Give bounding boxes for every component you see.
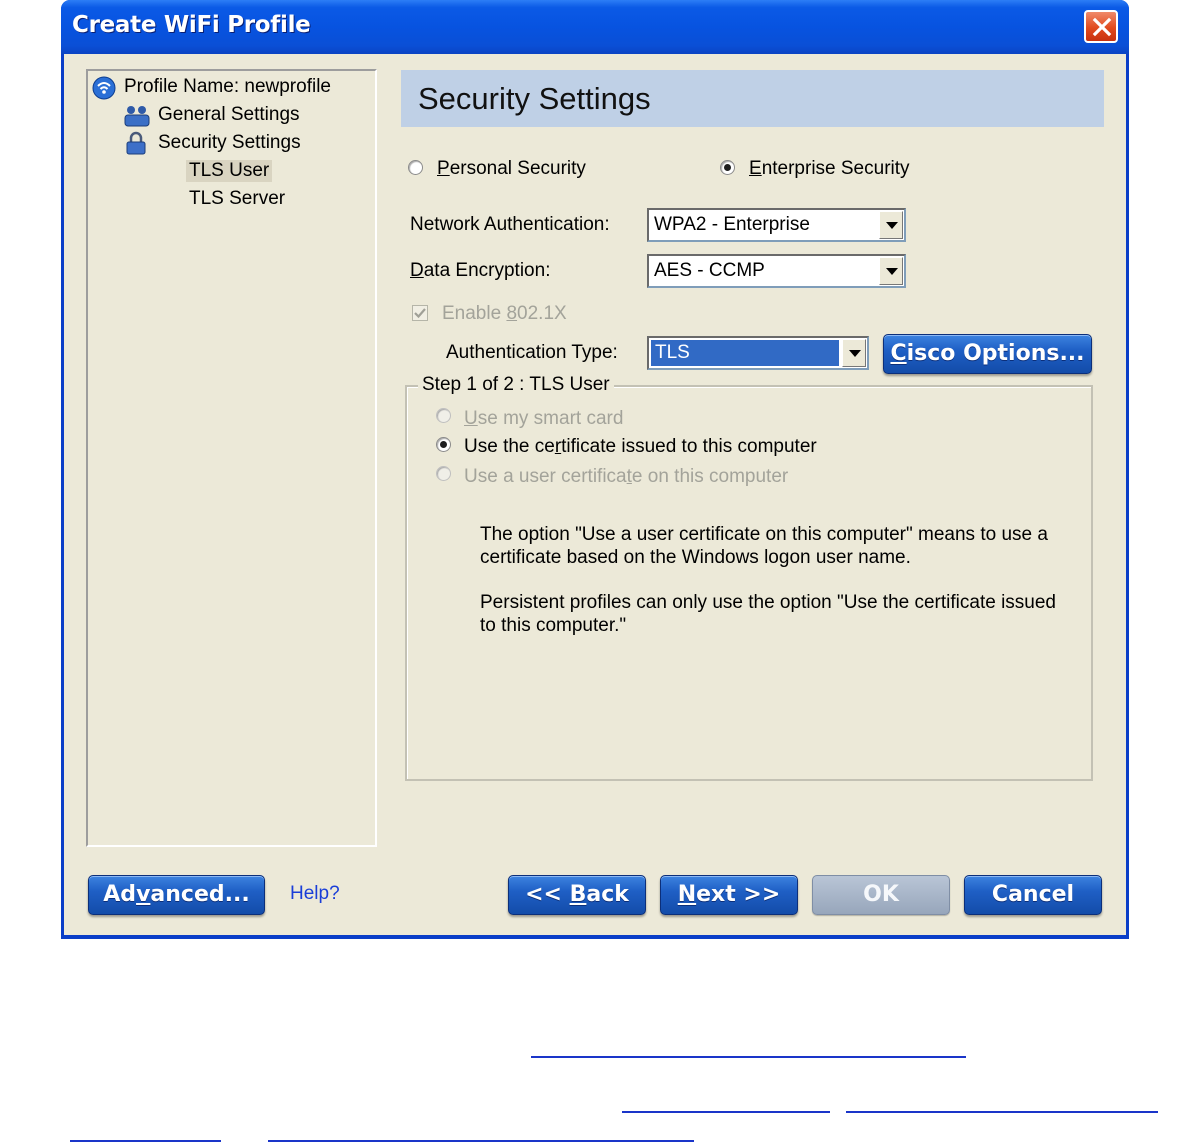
ok-button[interactable]: OK (812, 875, 950, 915)
network-auth-value: WPA2 - Enterprise (654, 214, 810, 235)
enterprise-security-label[interactable]: Enterprise Security (749, 158, 910, 180)
link-underline[interactable] (846, 1111, 1158, 1113)
tree-tls-server-label: TLS Server (189, 188, 286, 209)
step-group-title: Step 1 of 2 : TLS User (418, 374, 614, 396)
chevron-down-icon[interactable] (879, 257, 903, 285)
title-bar[interactable]: Create WiFi Profile (61, 0, 1129, 54)
tree-general-label: General Settings (158, 104, 300, 125)
enable-8021x-label: Enable 802.1X (442, 303, 567, 324)
dialog-client-area: Profile Name: newprofile General Setting… (64, 54, 1126, 935)
user-certificate-label: Use a user certificate on this computer (464, 466, 789, 487)
users-icon (124, 106, 150, 127)
info-text-1: The option "Use a user certificate on th… (480, 524, 1048, 568)
auth-type-highlight: TLS (651, 340, 839, 366)
profile-tree-view[interactable]: Profile Name: newprofile General Setting… (86, 69, 377, 847)
chevron-down-icon[interactable] (842, 339, 866, 367)
enterprise-security-radio[interactable] (720, 160, 735, 175)
tree-profile-label: Profile Name: newprofile (124, 76, 331, 97)
computer-certificate-radio[interactable] (436, 437, 451, 452)
data-encryption-label: Data Encryption: (410, 260, 551, 281)
link-underline[interactable] (531, 1056, 966, 1058)
auth-type-label: Authentication Type: (446, 342, 618, 363)
smart-card-label: Use my smart card (464, 408, 624, 429)
data-encryption-value: AES - CCMP (654, 260, 765, 281)
personal-security-radio[interactable] (408, 160, 423, 175)
section-header: Security Settings (401, 70, 1104, 127)
computer-certificate-label[interactable]: Use the certificate issued to this compu… (464, 436, 817, 458)
link-underline[interactable] (622, 1111, 830, 1113)
section-title: Security Settings (418, 81, 651, 116)
wifi-globe-icon (92, 76, 116, 100)
tree-tls-user-label: TLS User (186, 160, 273, 182)
smart-card-radio[interactable] (436, 408, 451, 423)
advanced-button[interactable]: Advanced... (88, 875, 265, 915)
cisco-options-button[interactable]: Cisco Options... (883, 334, 1092, 374)
lock-icon (126, 131, 146, 155)
info-text-2: Persistent profiles can only use the opt… (480, 592, 1056, 636)
chevron-down-icon[interactable] (879, 211, 903, 239)
user-certificate-radio[interactable] (436, 466, 451, 481)
network-auth-label: Network Authentication: (410, 214, 610, 235)
enable-8021x-checkbox[interactable] (412, 305, 428, 321)
next-button[interactable]: Next >> (660, 875, 798, 915)
checkmark-icon (414, 308, 426, 319)
data-encryption-select[interactable]: AES - CCMP (647, 254, 906, 288)
tree-security-label: Security Settings (158, 132, 301, 153)
link-underline[interactable] (70, 1140, 221, 1142)
auth-type-select[interactable]: TLS (647, 336, 869, 370)
help-link[interactable]: Help? (290, 883, 340, 905)
network-auth-select[interactable]: WPA2 - Enterprise (647, 208, 906, 242)
personal-security-label[interactable]: Personal Security (437, 158, 586, 180)
link-underline[interactable] (268, 1140, 694, 1142)
back-button[interactable]: << Back (508, 875, 646, 915)
window-title: Create WiFi Profile (72, 12, 311, 38)
close-icon (1092, 17, 1112, 37)
close-button[interactable] (1084, 10, 1118, 43)
cancel-button[interactable]: Cancel (964, 875, 1102, 915)
auth-type-value: TLS (655, 342, 690, 363)
create-wifi-profile-window: Create WiFi Profile Profile Name: newpro… (61, 0, 1129, 939)
